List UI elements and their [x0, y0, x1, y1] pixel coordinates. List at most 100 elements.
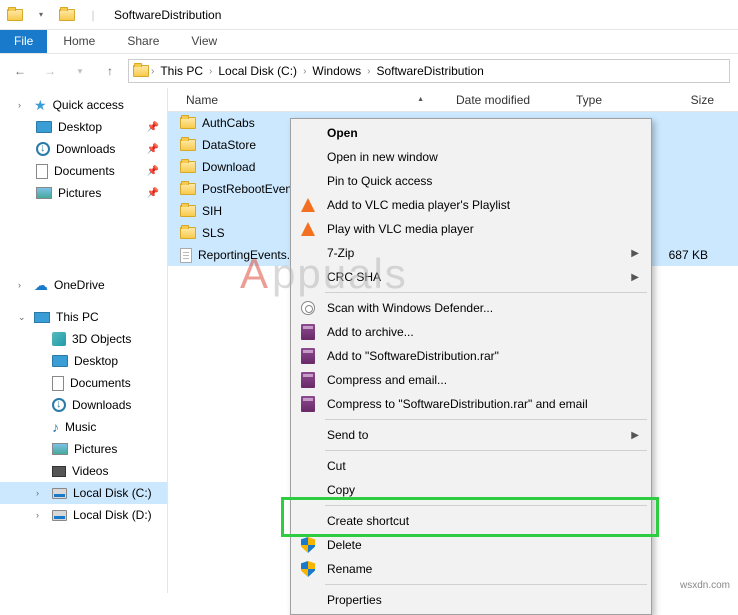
cloud-icon: ☁ — [34, 277, 48, 294]
vlc-icon — [299, 196, 317, 214]
sidebar-item-desktop[interactable]: Desktop — [0, 350, 167, 372]
sidebar-quick-access[interactable]: ›★Quick access — [0, 94, 167, 116]
ctx-delete[interactable]: Delete — [293, 533, 649, 557]
folder-icon — [180, 139, 196, 151]
sidebar-item-documents[interactable]: Documents — [0, 372, 167, 394]
sidebar-label: Music — [65, 420, 96, 434]
ctx-compress-rar-email[interactable]: Compress to "SoftwareDistribution.rar" a… — [293, 392, 649, 416]
sidebar-item-pictures[interactable]: Pictures📌 — [0, 182, 167, 204]
sidebar-item-downloads[interactable]: Downloads 📌 — [0, 138, 167, 160]
archive-icon — [299, 347, 317, 365]
sidebar-label: Downloads — [56, 142, 115, 156]
sidebar-label: Desktop — [74, 354, 118, 368]
qat-separator: | — [82, 4, 104, 26]
pin-icon: 📌 — [147, 166, 159, 177]
ctx-copy[interactable]: Copy — [293, 478, 649, 502]
sidebar-item-music[interactable]: ♪Music — [0, 416, 167, 438]
sidebar-item-downloads[interactable]: Downloads — [0, 394, 167, 416]
sidebar-this-pc[interactable]: ⌄This PC — [0, 306, 167, 328]
context-menu: Open Open in new window Pin to Quick acc… — [290, 118, 652, 615]
folder-icon — [133, 65, 149, 77]
history-dropdown[interactable]: ▾ — [68, 59, 92, 83]
folder-icon — [180, 227, 196, 239]
sidebar-label: Local Disk (D:) — [73, 508, 152, 522]
ctx-add-rar[interactable]: Add to "SoftwareDistribution.rar" — [293, 344, 649, 368]
chevron-icon[interactable]: › — [209, 66, 212, 77]
file-name: AuthCabs — [202, 116, 255, 130]
ctx-add-archive[interactable]: Add to archive... — [293, 320, 649, 344]
disk-icon — [52, 488, 67, 499]
ctx-crc[interactable]: CRC SHA▶ — [293, 265, 649, 289]
pictures-icon — [52, 443, 68, 455]
file-icon — [180, 248, 192, 263]
column-type[interactable]: Type — [570, 93, 660, 107]
shield-icon — [299, 536, 317, 554]
sidebar-label: OneDrive — [54, 278, 105, 292]
ctx-send-to[interactable]: Send to▶ — [293, 423, 649, 447]
file-tab[interactable]: File — [0, 30, 47, 53]
defender-icon — [299, 299, 317, 317]
breadcrumb[interactable]: Local Disk (C:) — [214, 64, 301, 78]
archive-icon — [299, 323, 317, 341]
submenu-arrow-icon: ▶ — [631, 272, 639, 283]
breadcrumb[interactable]: Windows — [308, 64, 365, 78]
separator — [325, 419, 647, 420]
downloads-icon — [52, 398, 66, 412]
back-button[interactable]: ← — [8, 59, 32, 83]
sidebar-item-videos[interactable]: Videos — [0, 460, 167, 482]
ctx-vlc-play[interactable]: Play with VLC media player — [293, 217, 649, 241]
sidebar-label: Desktop — [58, 120, 102, 134]
sidebar-item-disk-c[interactable]: ›Local Disk (C:) — [0, 482, 167, 504]
column-size[interactable]: Size — [660, 93, 720, 107]
tab-share[interactable]: Share — [111, 30, 175, 53]
documents-icon — [52, 376, 64, 391]
documents-icon — [36, 164, 48, 179]
breadcrumb[interactable]: This PC — [156, 64, 207, 78]
folder-icon — [4, 4, 26, 26]
sidebar-item-documents[interactable]: Documents📌 — [0, 160, 167, 182]
ctx-pin-quick-access[interactable]: Pin to Quick access — [293, 169, 649, 193]
ctx-properties[interactable]: Properties — [293, 588, 649, 612]
file-name: SLS — [202, 226, 225, 240]
chevron-icon[interactable]: › — [151, 66, 154, 77]
sidebar-label: Local Disk (C:) — [73, 486, 152, 500]
ctx-compress-email[interactable]: Compress and email... — [293, 368, 649, 392]
ctx-create-shortcut[interactable]: Create shortcut — [293, 509, 649, 533]
ctx-open-new-window[interactable]: Open in new window — [293, 145, 649, 169]
column-name[interactable]: Name▲ — [180, 93, 450, 107]
sidebar-item-desktop[interactable]: Desktop📌 — [0, 116, 167, 138]
column-date[interactable]: Date modified — [450, 93, 570, 107]
tab-view[interactable]: View — [175, 30, 233, 53]
file-name: Download — [202, 160, 255, 174]
desktop-icon — [36, 121, 52, 133]
forward-button[interactable]: → — [38, 59, 62, 83]
qat-dropdown[interactable]: ▾ — [30, 4, 52, 26]
ctx-open[interactable]: Open — [293, 121, 649, 145]
archive-icon — [299, 371, 317, 389]
sidebar-item-pictures[interactable]: Pictures — [0, 438, 167, 460]
up-button[interactable]: ↑ — [98, 59, 122, 83]
window-title: SoftwareDistribution — [114, 8, 221, 22]
address-bar[interactable]: › This PC › Local Disk (C:) › Windows › … — [128, 59, 730, 83]
pin-icon: 📌 — [147, 144, 159, 155]
chevron-icon[interactable]: › — [367, 66, 370, 77]
sort-indicator-icon: ▲ — [417, 96, 424, 103]
folder-icon — [180, 161, 196, 173]
ctx-7zip[interactable]: 7-Zip▶ — [293, 241, 649, 265]
sidebar-item-disk-d[interactable]: ›Local Disk (D:) — [0, 504, 167, 526]
sidebar-item-3d[interactable]: 3D Objects — [0, 328, 167, 350]
videos-icon — [52, 466, 66, 477]
chevron-icon[interactable]: › — [303, 66, 306, 77]
ctx-cut[interactable]: Cut — [293, 454, 649, 478]
ctx-defender[interactable]: Scan with Windows Defender... — [293, 296, 649, 320]
vlc-icon — [299, 220, 317, 238]
ctx-vlc-add[interactable]: Add to VLC media player's Playlist — [293, 193, 649, 217]
submenu-arrow-icon: ▶ — [631, 430, 639, 441]
sidebar-label: Videos — [72, 464, 108, 478]
breadcrumb[interactable]: SoftwareDistribution — [372, 64, 487, 78]
tab-home[interactable]: Home — [47, 30, 111, 53]
sidebar-onedrive[interactable]: ›☁OneDrive — [0, 274, 167, 296]
folder-icon — [180, 183, 196, 195]
folder-icon — [180, 117, 196, 129]
ctx-rename[interactable]: Rename — [293, 557, 649, 581]
